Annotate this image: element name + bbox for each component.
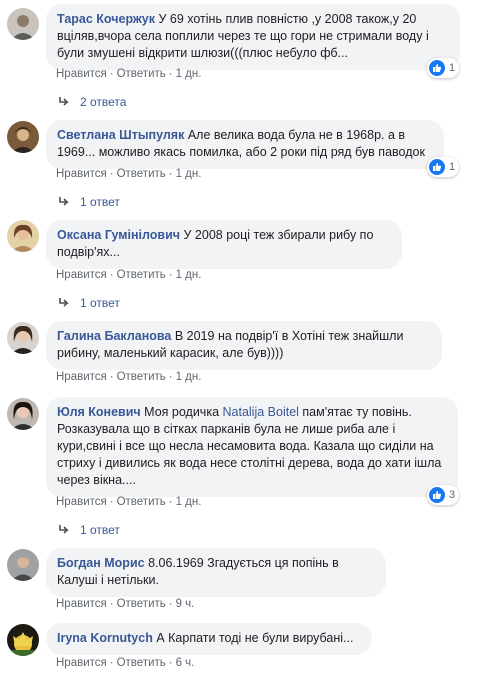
separator: · bbox=[109, 68, 114, 80]
replies-count: 1 ответ bbox=[80, 296, 120, 310]
view-replies-link[interactable]: 1 ответ bbox=[58, 296, 120, 310]
like-link[interactable]: Нравится bbox=[56, 168, 107, 180]
reply-arrow-icon bbox=[59, 197, 69, 206]
comment-author[interactable]: Светлана Штыпуляк bbox=[57, 128, 184, 142]
separator: · bbox=[168, 168, 173, 180]
comment-text: А Карпати тоді не були вирубані... bbox=[152, 631, 354, 645]
comment-author[interactable]: Тарас Кочержук bbox=[57, 12, 155, 26]
separator: · bbox=[168, 657, 173, 669]
comment-actions: Нравится · Ответить · 1 дн. bbox=[56, 68, 201, 80]
like-link[interactable]: Нравится bbox=[56, 496, 107, 508]
comment-bubble: Светлана Штыпуляк Але велика вода була н… bbox=[46, 120, 444, 169]
comment-bubble: Богдан Морис 8.06.1969 Згадується ця поп… bbox=[46, 548, 386, 597]
comment-actions: Нравится · Ответить · 9 ч. bbox=[56, 598, 194, 610]
separator: · bbox=[109, 598, 114, 610]
separator: · bbox=[168, 598, 173, 610]
reply-link[interactable]: Ответить bbox=[117, 168, 166, 180]
separator: · bbox=[109, 657, 114, 669]
reply-arrow-icon bbox=[59, 525, 69, 534]
reply-link[interactable]: Ответить bbox=[117, 269, 166, 281]
comment-time[interactable]: 9 ч. bbox=[176, 598, 195, 610]
like-icon bbox=[429, 60, 445, 76]
view-replies-link[interactable]: 1 ответ bbox=[58, 195, 120, 209]
like-link[interactable]: Нравится bbox=[56, 371, 107, 383]
comment-actions: Нравится · Ответить · 1 дн. bbox=[56, 168, 201, 180]
view-replies-link[interactable]: 1 ответ bbox=[58, 523, 120, 537]
separator: · bbox=[168, 496, 173, 508]
comment-time[interactable]: 1 дн. bbox=[176, 496, 202, 508]
reply-link[interactable]: Ответить bbox=[117, 371, 166, 383]
reply-link[interactable]: Ответить bbox=[117, 657, 166, 669]
user-mention-link[interactable]: Natalija Boitel bbox=[223, 405, 299, 419]
comment-actions: Нравится · Ответить · 6 ч. bbox=[56, 657, 194, 669]
comment-time[interactable]: 1 дн. bbox=[176, 269, 202, 281]
like-icon bbox=[429, 159, 445, 175]
like-link[interactable]: Нравится bbox=[56, 657, 107, 669]
separator: · bbox=[109, 371, 114, 383]
separator: · bbox=[168, 371, 173, 383]
comment-bubble: Iryna Kornutych А Карпати тоді не були в… bbox=[46, 623, 372, 655]
comment-time[interactable]: 1 дн. bbox=[176, 168, 202, 180]
comment-time[interactable]: 6 ч. bbox=[176, 657, 195, 669]
reaction-number: 3 bbox=[449, 489, 456, 501]
comment-bubble: Юля Коневич Моя родичка Natalija Boitel … bbox=[46, 397, 458, 497]
comment-author[interactable]: Богдан Морис bbox=[57, 556, 145, 570]
avatar[interactable] bbox=[7, 398, 39, 430]
avatar[interactable] bbox=[7, 121, 39, 153]
replies-count: 2 ответа bbox=[80, 95, 127, 109]
comment-bubble: Галина Бакланова В 2019 на подвір'ї в Хо… bbox=[46, 321, 442, 370]
comment-time[interactable]: 1 дн. bbox=[176, 68, 202, 80]
comment-bubble: Тарас Кочержук У 69 хотінь плив повністю… bbox=[46, 4, 460, 70]
avatar[interactable] bbox=[7, 8, 39, 40]
reaction-number: 1 bbox=[449, 62, 456, 74]
avatar[interactable] bbox=[7, 220, 39, 252]
reaction-count[interactable]: 1 bbox=[427, 58, 460, 78]
separator: · bbox=[168, 68, 173, 80]
replies-count: 1 ответ bbox=[80, 523, 120, 537]
comment-actions: Нравится · Ответить · 1 дн. bbox=[56, 269, 201, 281]
separator: · bbox=[109, 168, 114, 180]
separator: · bbox=[168, 269, 173, 281]
reply-link[interactable]: Ответить bbox=[117, 68, 166, 80]
reply-arrow-icon bbox=[59, 97, 69, 106]
reply-link[interactable]: Ответить bbox=[117, 496, 166, 508]
comment-time[interactable]: 1 дн. bbox=[176, 371, 202, 383]
comment-author[interactable]: Оксана Гумінілович bbox=[57, 228, 180, 242]
like-link[interactable]: Нравится bbox=[56, 68, 107, 80]
like-icon bbox=[429, 487, 445, 503]
comment-author[interactable]: Юля Коневич bbox=[57, 405, 141, 419]
replies-count: 1 ответ bbox=[80, 195, 120, 209]
like-link[interactable]: Нравится bbox=[56, 598, 107, 610]
reply-link[interactable]: Ответить bbox=[117, 598, 166, 610]
comment-text-before: Моя родичка bbox=[140, 405, 223, 419]
reaction-count[interactable]: 3 bbox=[427, 485, 460, 505]
like-link[interactable]: Нравится bbox=[56, 269, 107, 281]
reply-arrow-icon bbox=[59, 298, 69, 307]
comment-author[interactable]: Галина Бакланова bbox=[57, 329, 171, 343]
avatar[interactable] bbox=[7, 624, 39, 656]
separator: · bbox=[109, 269, 114, 281]
comment-author[interactable]: Iryna Kornutych bbox=[57, 631, 153, 645]
comment-bubble: Оксана Гумінілович У 2008 році теж збира… bbox=[46, 220, 402, 269]
view-replies-link[interactable]: 2 ответа bbox=[58, 95, 126, 109]
avatar[interactable] bbox=[7, 549, 39, 581]
separator: · bbox=[109, 496, 114, 508]
avatar[interactable] bbox=[7, 322, 39, 354]
reaction-number: 1 bbox=[449, 161, 456, 173]
reaction-count[interactable]: 1 bbox=[427, 157, 460, 177]
comment-actions: Нравится · Ответить · 1 дн. bbox=[56, 371, 201, 383]
comment-actions: Нравится · Ответить · 1 дн. bbox=[56, 496, 201, 508]
